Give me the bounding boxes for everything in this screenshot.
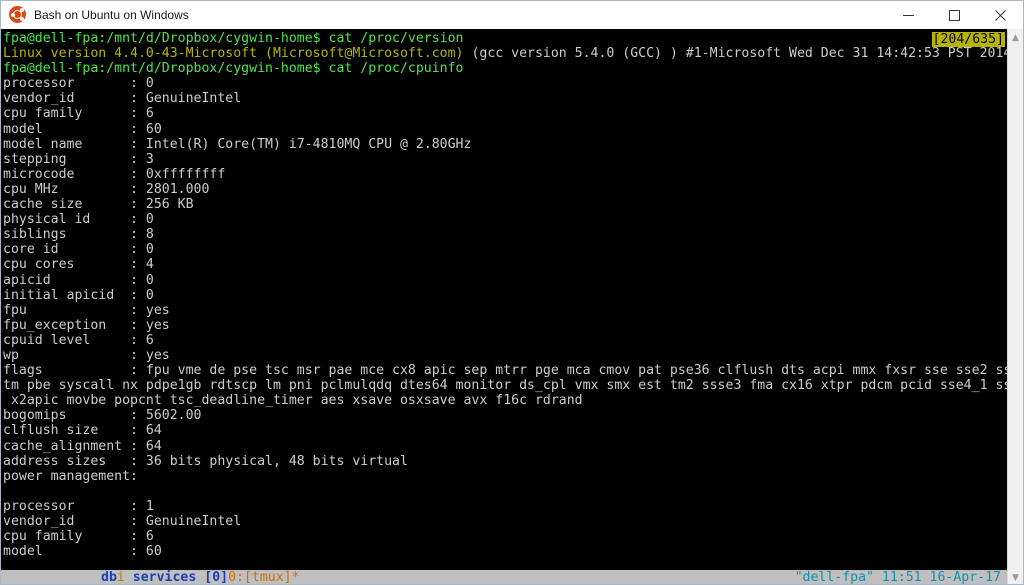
terminal-line-text: apicid : 0 — [3, 272, 154, 288]
terminal-line: Linux version 4.4.0-43-Microsoft (Micros… — [3, 46, 1007, 61]
maximize-button[interactable] — [931, 1, 977, 29]
terminal-line-text: model name : Intel(R) Core(TM) i7-4810MQ… — [3, 136, 472, 152]
minimize-button[interactable] — [885, 1, 931, 29]
window-controls — [885, 1, 1023, 29]
scroll-down-arrow-icon[interactable]: ▼ — [1008, 569, 1024, 584]
tmux-status-bar[interactable]: dbi services [0]0:[tmux]* "dell-fpa" 11:… — [1, 570, 1007, 585]
tmux-status-segment[interactable]: [tmux]* — [244, 570, 300, 584]
terminal-line-text: model : 60 — [3, 121, 162, 137]
title-bar-left: Bash on Ubuntu on Windows — [1, 6, 189, 23]
terminal-line: model : 60 — [3, 544, 1007, 559]
terminal-line: vendor_id : GenuineIntel — [3, 514, 1007, 529]
terminal-line-text: Linux version 4.4.0-43-Microsoft (Micros… — [3, 46, 472, 62]
terminal-line: stepping : 3 — [3, 152, 1007, 167]
terminal-line: processor : 1 — [3, 499, 1007, 514]
tmux-status-segment[interactable]: i — [117, 570, 125, 584]
terminal-line: vendor_id : GenuineIntel — [3, 91, 1007, 106]
terminal-window: Bash on Ubuntu on Windows fpa@dell-fpa:/… — [0, 0, 1024, 585]
terminal-line-text-continued: (gcc version 5.4.0 (GCC) ) #1-Microsoft … — [471, 46, 1007, 62]
terminal-line: tm pbe syscall nx pdpe1gb rdtscp lm pni … — [3, 378, 1007, 393]
terminal-line-text: physical id : 0 — [3, 212, 154, 228]
tmux-status-center: dbi services [0]0:[tmux]* — [3, 570, 795, 584]
terminal-line-text: processor : 0 — [3, 76, 154, 92]
tmux-status-segment[interactable]: 0: — [228, 570, 244, 584]
terminal-line: model : 60 — [3, 122, 1007, 137]
terminal-line: cpu family : 6 — [3, 529, 1007, 544]
terminal-line: processor : 0 — [3, 76, 1007, 91]
terminal-line-text: fpa@dell-fpa:/mnt/d/Dropbox/cygwin-home$… — [3, 31, 464, 46]
terminal-line-text: vendor_id : GenuineIntel — [3, 514, 242, 529]
terminal-line: apicid : 0 — [3, 273, 1007, 288]
terminal-line-text: initial apicid : 0 — [3, 287, 154, 303]
title-bar: Bash on Ubuntu on Windows — [1, 1, 1023, 29]
ubuntu-icon — [9, 6, 26, 23]
terminal-line-text: model : 60 — [3, 544, 162, 560]
terminal-line: fpa@dell-fpa:/mnt/d/Dropbox/cygwin-home$… — [3, 61, 1007, 76]
tmux-status-segment[interactable]: [0] — [204, 570, 228, 584]
terminal-line-text: fpu_exception : yes — [3, 317, 170, 333]
terminal-line-text: processor : 1 — [3, 498, 154, 514]
terminal-line: fpa@dell-fpa:/mnt/d/Dropbox/cygwin-home$… — [3, 31, 1007, 46]
terminal-line: siblings : 8 — [3, 227, 1007, 242]
terminal-screen[interactable]: fpa@dell-fpa:/mnt/d/Dropbox/cygwin-home$… — [1, 29, 1007, 585]
vertical-scrollbar[interactable]: ▲ ▼ — [1007, 29, 1024, 584]
scroll-position-indicator: [204/635] — [931, 32, 1005, 48]
terminal-body: fpa@dell-fpa:/mnt/d/Dropbox/cygwin-home$… — [1, 29, 1024, 585]
terminal-line-text: cpu family : 6 — [3, 106, 154, 122]
close-button[interactable] — [977, 1, 1023, 29]
tmux-status-segment[interactable]: services — [125, 570, 204, 584]
scrollbar-track[interactable] — [1007, 46, 1023, 569]
window-title: Bash on Ubuntu on Windows — [34, 7, 189, 22]
scroll-up-arrow-icon[interactable]: ▲ — [1008, 29, 1024, 46]
terminal-line-text: cache_alignment : 64 — [3, 438, 162, 454]
terminal-line-text: vendor_id : GenuineIntel — [3, 91, 242, 107]
terminal-line: cpu family : 6 — [3, 106, 1007, 121]
terminal-line-text: fpu : yes — [3, 302, 170, 318]
terminal-line-text: cpuid level : 6 — [3, 332, 154, 348]
terminal-line: fpu_exception : yes — [3, 318, 1007, 333]
minimize-icon — [902, 10, 914, 21]
terminal-line: x2apic movbe popcnt tsc_deadline_timer a… — [3, 393, 1007, 408]
terminal-line: cache size : 256 KB — [3, 197, 1007, 212]
terminal-line: initial apicid : 0 — [3, 288, 1007, 303]
terminal-line-text: core id : 0 — [3, 242, 154, 258]
terminal-line: bogomips : 5602.00 — [3, 408, 1007, 423]
terminal-line-text: tm pbe syscall nx pdpe1gb rdtscp lm pni … — [3, 378, 1007, 394]
terminal-line: cpuid level : 6 — [3, 333, 1007, 348]
close-icon — [994, 9, 1006, 21]
terminal-line-text: clflush size : 64 — [3, 423, 162, 439]
terminal-line: flags : fpu vme de pse tsc msr pae mce c… — [3, 363, 1007, 378]
terminal-line: wp : yes — [3, 348, 1007, 363]
terminal-line: microcode : 0xffffffff — [3, 167, 1007, 182]
terminal-line: model name : Intel(R) Core(TM) i7-4810MQ… — [3, 137, 1007, 152]
terminal-line: cpu cores : 4 — [3, 257, 1007, 272]
terminal-line-text: microcode : 0xffffffff — [3, 166, 226, 182]
terminal-line-text: power management: — [3, 468, 138, 484]
terminal-line: physical id : 0 — [3, 212, 1007, 227]
terminal-line: cache_alignment : 64 — [3, 439, 1007, 454]
terminal-line: power management: — [3, 469, 1007, 484]
terminal-line-text: cpu cores : 4 — [3, 257, 154, 273]
terminal-line: address sizes : 36 bits physical, 48 bit… — [3, 454, 1007, 469]
terminal-line-text: cpu MHz : 2801.000 — [3, 181, 210, 197]
terminal-line-text: wp : yes — [3, 347, 170, 363]
tmux-status-right: "dell-fpa" 11:51 16-Apr-17 — [794, 570, 1001, 585]
terminal-line: clflush size : 64 — [3, 423, 1007, 438]
terminal-line-text: address sizes : 36 bits physical, 48 bit… — [3, 453, 408, 469]
terminal-line-text: cache size : 256 KB — [3, 197, 194, 213]
terminal-line-text: cpu family : 6 — [3, 529, 154, 545]
terminal-line: cpu MHz : 2801.000 — [3, 182, 1007, 197]
terminal-line: core id : 0 — [3, 242, 1007, 257]
terminal-line-text: stepping : 3 — [3, 151, 154, 167]
maximize-icon — [948, 9, 960, 21]
terminal-line-text: flags : fpu vme de pse tsc msr pae mce c… — [3, 363, 1007, 379]
terminal-line-text: siblings : 8 — [3, 227, 154, 243]
terminal-line-text: bogomips : 5602.00 — [3, 408, 202, 424]
terminal-line: fpu : yes — [3, 303, 1007, 318]
terminal-line-text: x2apic movbe popcnt tsc_deadline_timer a… — [3, 393, 583, 409]
tmux-status-segment[interactable]: db — [101, 570, 117, 584]
terminal-text: fpa@dell-fpa:/mnt/d/Dropbox/cygwin-home$… — [3, 31, 1007, 559]
terminal-line-text: fpa@dell-fpa:/mnt/d/Dropbox/cygwin-home$… — [3, 61, 464, 77]
